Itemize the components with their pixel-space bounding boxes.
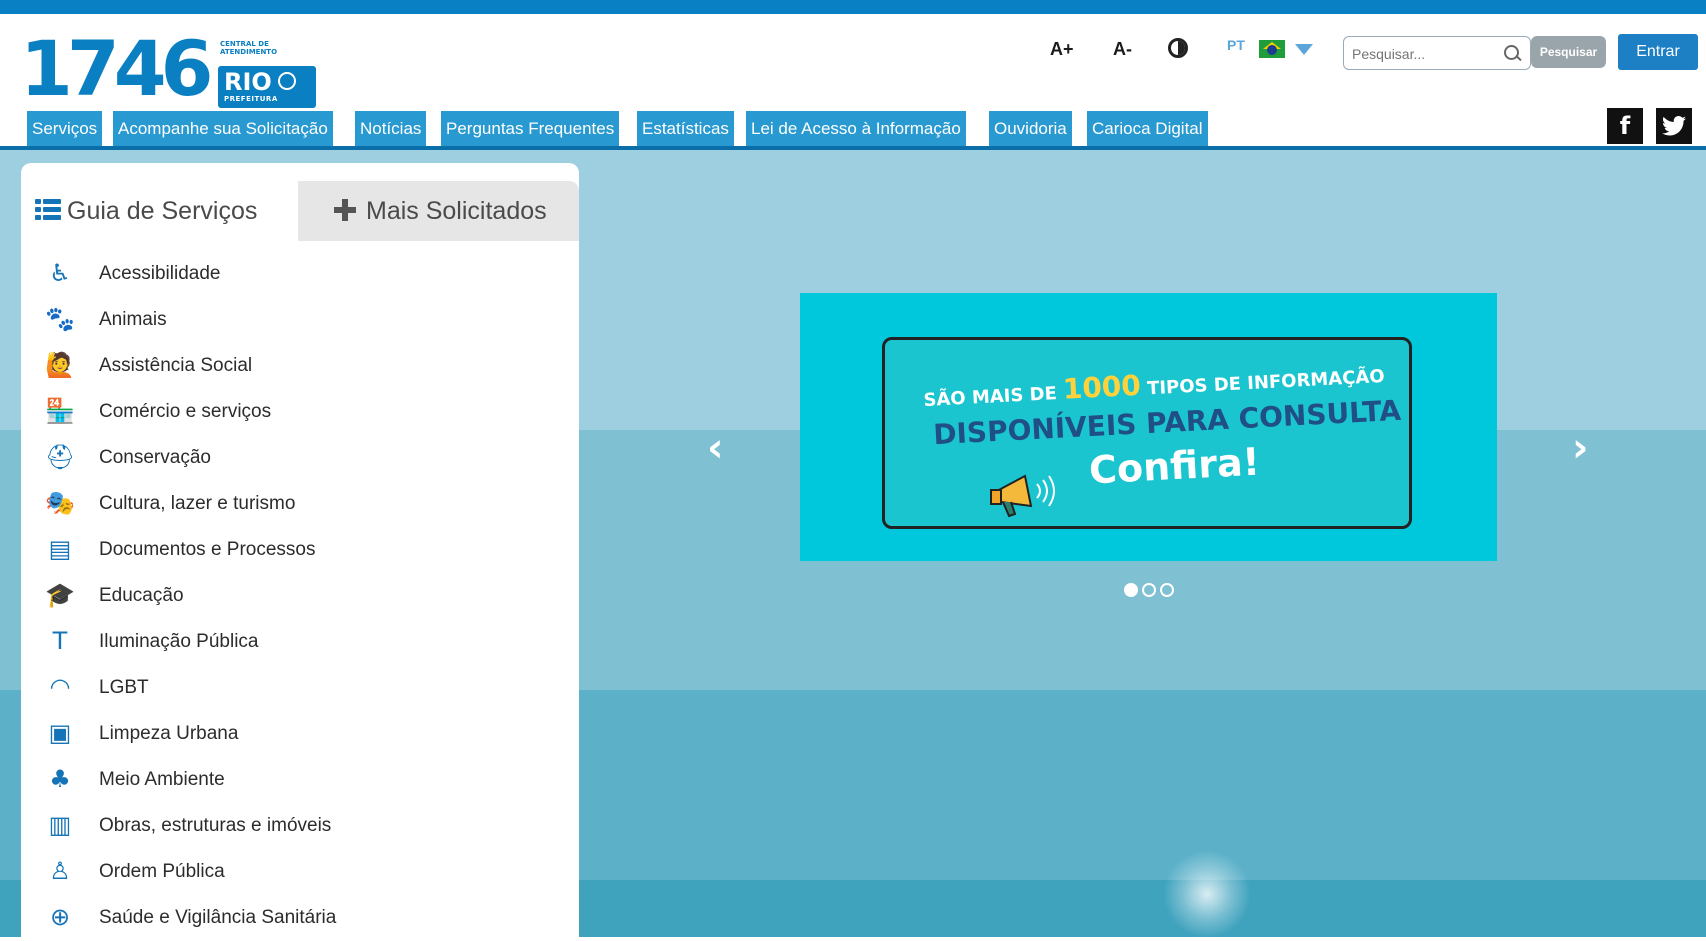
tab-guia-label: Guia de Serviços xyxy=(67,197,258,225)
banner-box: SÃO MAIS DE 1000 TIPOS DE INFORMAÇÃO DIS… xyxy=(882,337,1412,529)
carousel-prev-arrow-icon[interactable]: ‹ xyxy=(707,428,729,468)
service-item[interactable]: 🐾 Animais xyxy=(21,297,579,343)
graduation-cap-icon: 🎓 xyxy=(45,581,75,609)
language-label[interactable]: PT xyxy=(1227,37,1245,53)
banner-line3: Confira! xyxy=(1087,439,1261,493)
nav-item-acompanhe[interactable]: Acompanhe sua Solicitação xyxy=(113,111,333,146)
service-item-label: Assistência Social xyxy=(99,355,253,376)
facebook-icon[interactable]: f xyxy=(1607,108,1643,144)
list-icon xyxy=(35,199,61,221)
document-icon: ▤ xyxy=(48,535,72,563)
login-button[interactable]: Entrar xyxy=(1618,34,1698,70)
tab-guia-servicos[interactable]: Guia de Serviços xyxy=(21,181,298,241)
service-item[interactable]: 🎓 Educação xyxy=(21,573,579,619)
nav-item-lei-acesso[interactable]: Lei de Acesso à Informação xyxy=(746,111,966,146)
prefeitura-text: PREFEITURA xyxy=(224,95,278,103)
firework-decoration xyxy=(1163,850,1251,938)
nav-item-servicos[interactable]: Serviços xyxy=(27,111,103,146)
search-button[interactable]: Pesquisar xyxy=(1531,36,1606,68)
service-item[interactable]: ▥ Obras, estruturas e imóveis xyxy=(21,803,579,849)
garbage-truck-icon: ▣ xyxy=(48,719,72,747)
service-item-label: LGBT xyxy=(99,677,149,698)
service-item[interactable]: ▣ Limpeza Urbana xyxy=(21,711,579,757)
tab-mais-solicitados[interactable]: Mais Solicitados xyxy=(298,181,579,241)
nav-item-ouvidoria[interactable]: Ouvidoria xyxy=(989,111,1072,146)
service-item[interactable]: 🏪 Comércio e serviços xyxy=(21,389,579,435)
buildings-icon: ▥ xyxy=(48,811,72,839)
service-item[interactable]: ⛑ Conservação xyxy=(21,435,579,481)
search-box xyxy=(1343,36,1531,70)
service-item[interactable]: ♙ Ordem Pública xyxy=(21,849,579,895)
services-panel: Guia de Serviços Mais Solicitados ♿ Acess… xyxy=(21,163,579,937)
service-item-label: Iluminação Pública xyxy=(99,631,259,652)
service-item[interactable]: ♣ Meio Ambiente xyxy=(21,757,579,803)
service-item-label: Conservação xyxy=(99,447,211,468)
top-stripe xyxy=(0,0,1706,14)
carousel-next-arrow-icon[interactable]: › xyxy=(1572,428,1594,468)
carousel-dot[interactable] xyxy=(1160,583,1174,597)
service-item[interactable]: ♿ Acessibilidade xyxy=(21,251,579,297)
service-item-label: Documentos e Processos xyxy=(99,539,316,560)
logo-central-text: CENTRAL DE ATENDIMENTO xyxy=(220,40,278,56)
paw-icon: 🐾 xyxy=(45,305,75,333)
service-item-label: Animais xyxy=(99,309,167,330)
carousel-slide[interactable]: SÃO MAIS DE 1000 TIPOS DE INFORMAÇÃO DIS… xyxy=(800,293,1497,561)
service-item-label: Educação xyxy=(99,585,184,606)
twitter-bird-glyph xyxy=(1662,116,1686,136)
nav-item-perguntas[interactable]: Perguntas Frequentes xyxy=(441,111,620,146)
brazil-flag-icon[interactable] xyxy=(1259,40,1285,58)
rainbow-icon: ◠ xyxy=(49,673,71,701)
service-item[interactable]: T Iluminação Pública xyxy=(21,619,579,665)
search-input[interactable] xyxy=(1352,43,1492,65)
plus-icon xyxy=(334,199,356,221)
twitter-icon[interactable] xyxy=(1656,108,1692,144)
sprout-icon: ♣ xyxy=(49,765,71,793)
officer-icon: ♙ xyxy=(49,857,71,885)
wheelchair-icon: ♿ xyxy=(49,259,71,287)
logo-number: 1746 xyxy=(20,24,214,113)
rio-text: RIO xyxy=(224,68,272,96)
city-seal-icon xyxy=(278,72,296,90)
service-item[interactable]: ⊕ Saúde e Vigilância Sanitária xyxy=(21,895,579,941)
service-item-label: Saúde e Vigilância Sanitária xyxy=(99,907,337,928)
store-icon: 🏪 xyxy=(45,397,75,425)
logo-1746[interactable]: 1746 CENTRAL DE ATENDIMENTO RIO PREFEITU… xyxy=(20,24,316,116)
font-decrease-button[interactable]: A- xyxy=(1113,39,1132,60)
service-item[interactable]: ◠ LGBT xyxy=(21,665,579,711)
service-item-label: Cultura, lazer e turismo xyxy=(99,493,296,514)
social-assistance-icon: 🙋 xyxy=(45,351,75,379)
nav-item-estatisticas[interactable]: Estatísticas xyxy=(637,111,734,146)
service-item[interactable]: ▤ Documentos e Processos xyxy=(21,527,579,573)
service-item-label: Obras, estruturas e imóveis xyxy=(99,815,332,836)
theater-masks-icon: 🎭 xyxy=(45,489,75,517)
search-icon[interactable] xyxy=(1504,43,1522,65)
service-item[interactable]: 🙋 Assistência Social xyxy=(21,343,579,389)
hardhat-icon: ⛑ xyxy=(45,443,76,471)
service-item-label: Limpeza Urbana xyxy=(99,723,239,744)
carousel-dot[interactable] xyxy=(1124,583,1138,597)
nav-item-noticias[interactable]: Notícias xyxy=(355,111,427,146)
streetlight-icon: T xyxy=(52,627,68,655)
carousel-dot[interactable] xyxy=(1142,583,1156,597)
service-item[interactable]: 🎭 Cultura, lazer e turismo xyxy=(21,481,579,527)
tab-mais-label: Mais Solicitados xyxy=(366,197,547,225)
font-increase-button[interactable]: A+ xyxy=(1050,39,1074,60)
rio-prefeitura-badge: RIO PREFEITURA xyxy=(218,66,316,108)
service-item-label: Comércio e serviços xyxy=(99,401,272,422)
service-item-label: Acessibilidade xyxy=(99,263,221,284)
chevron-down-icon[interactable] xyxy=(1295,44,1313,55)
contrast-icon[interactable] xyxy=(1168,38,1188,58)
health-cross-icon: ⊕ xyxy=(49,903,71,931)
nav-item-carioca-digital[interactable]: Carioca Digital xyxy=(1087,111,1208,146)
service-item-label: Ordem Pública xyxy=(99,861,225,882)
service-item-label: Meio Ambiente xyxy=(99,769,225,790)
megaphone-icon xyxy=(990,474,1055,518)
